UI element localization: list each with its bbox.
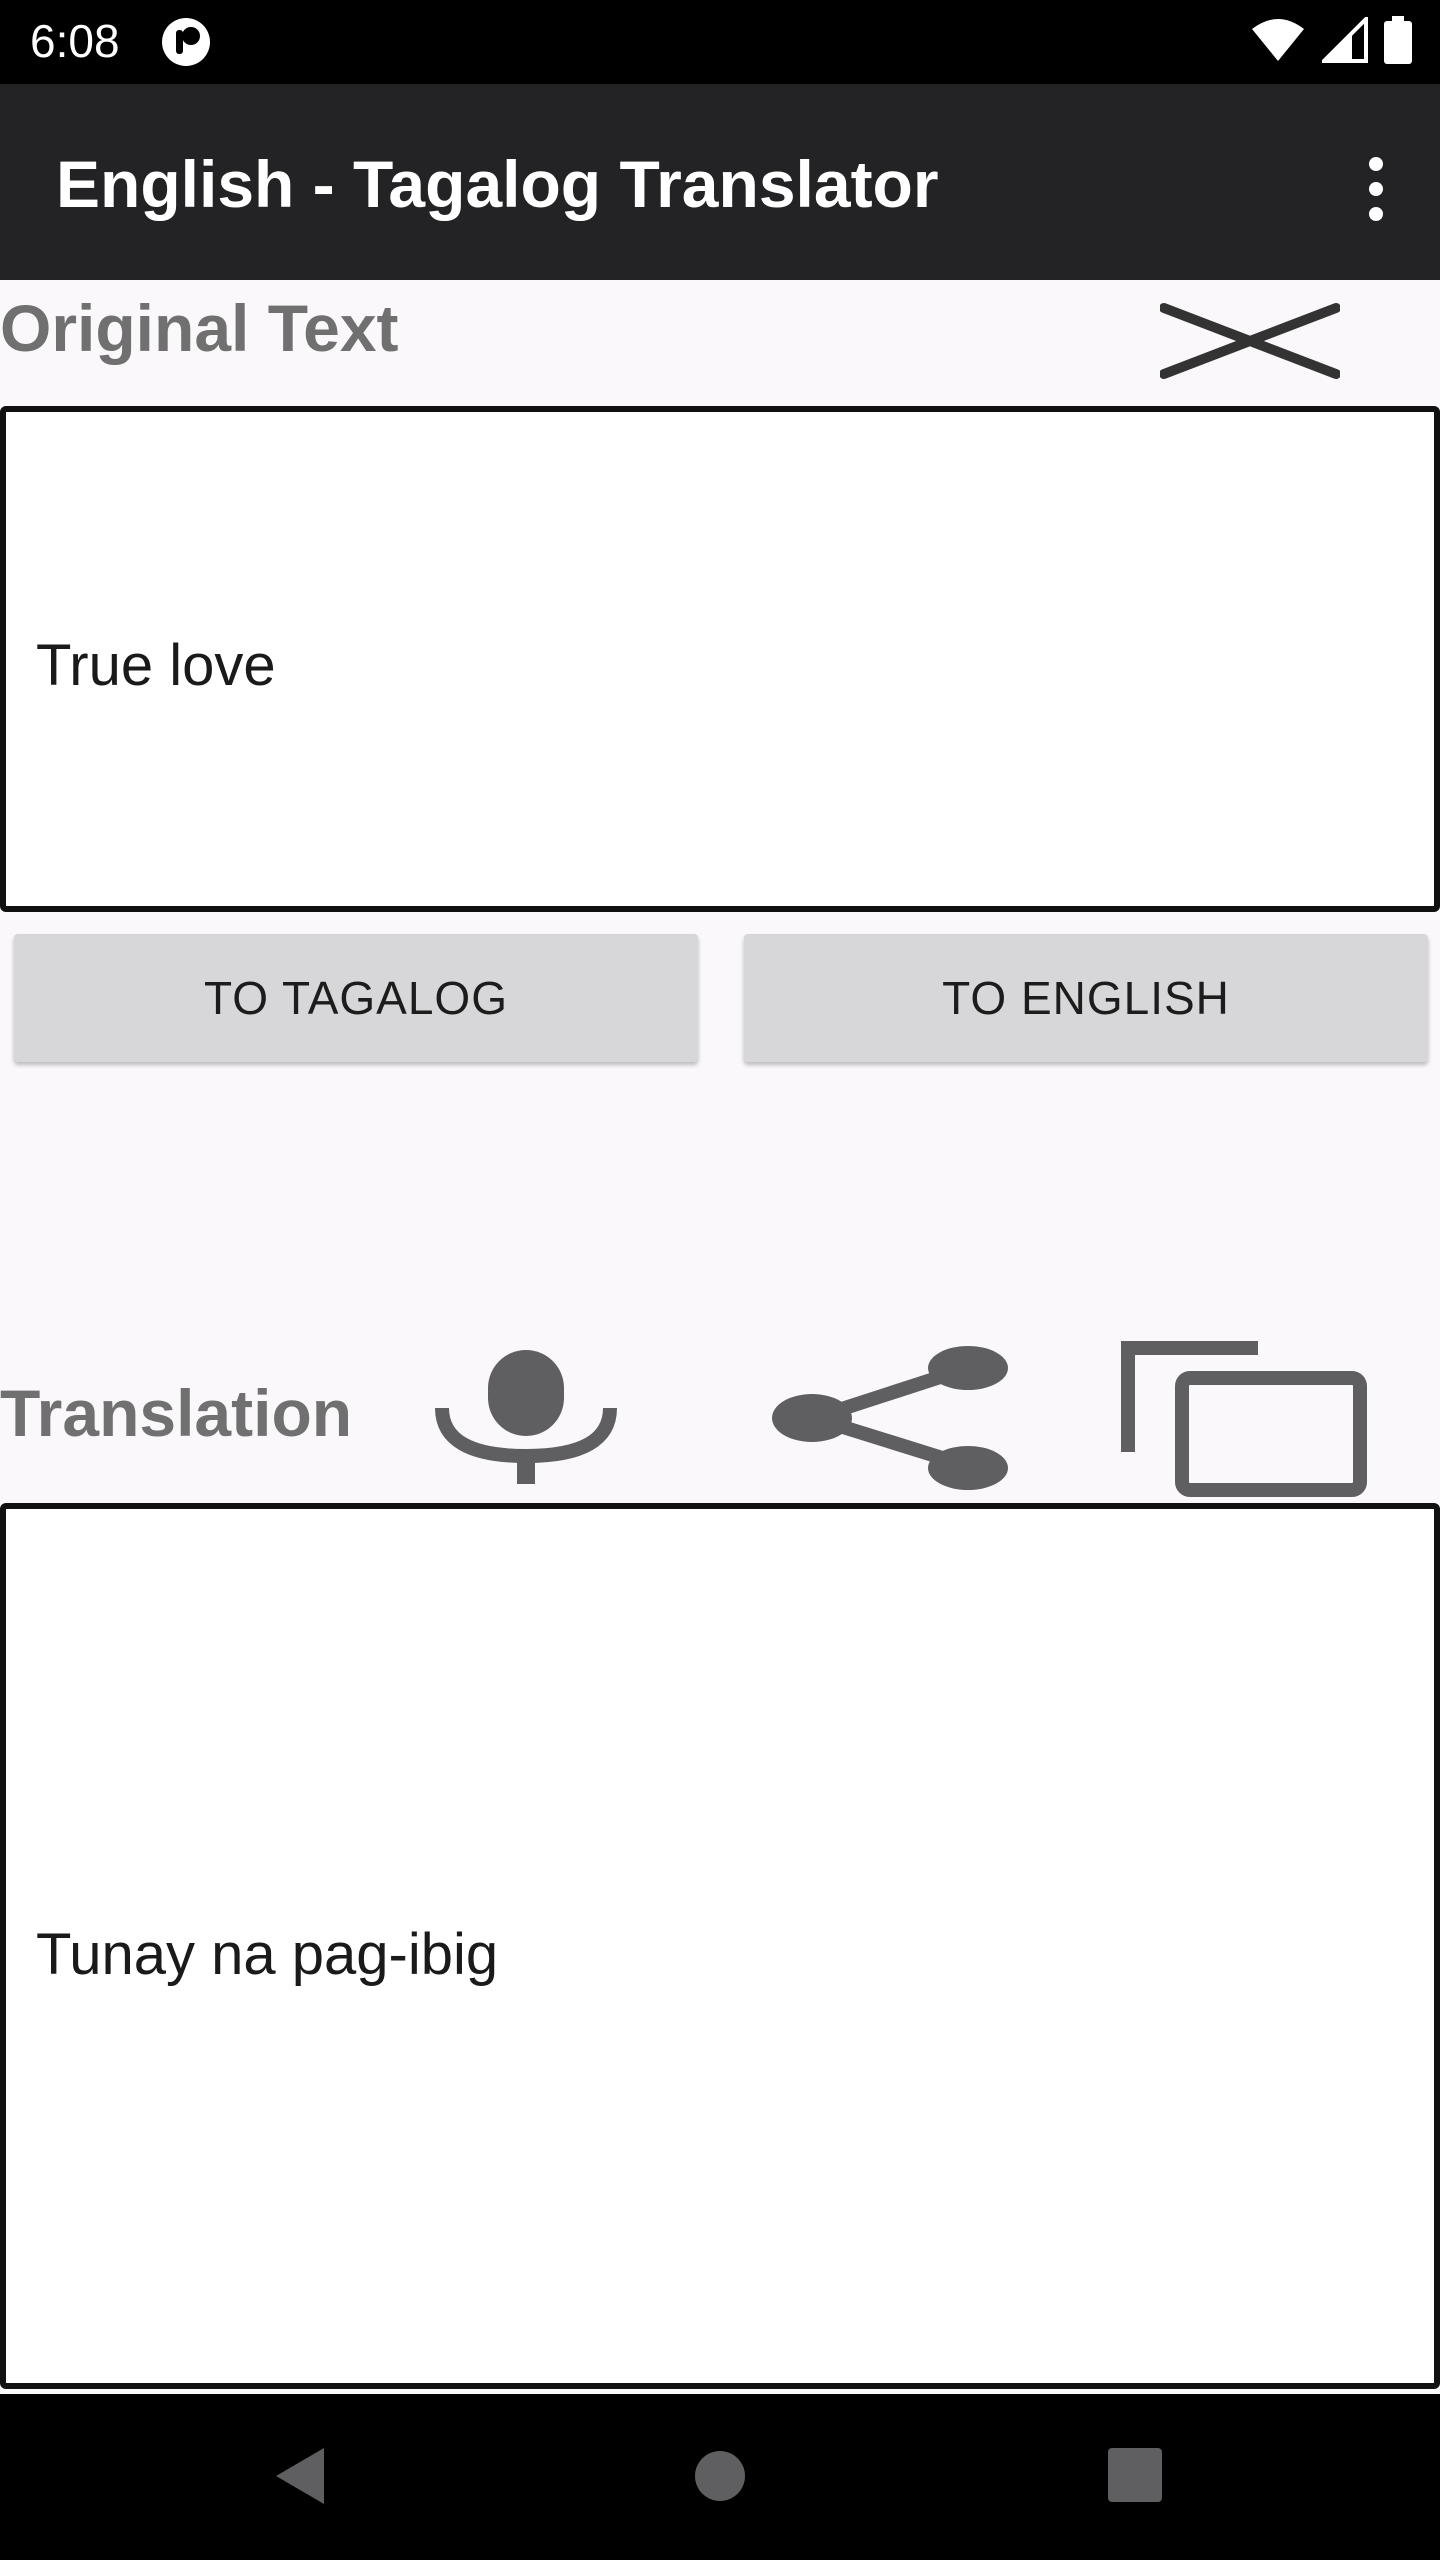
recents-icon[interactable] (1108, 2448, 1162, 2507)
copy-icon[interactable] (1120, 1340, 1370, 1503)
translation-output[interactable]: Tunay na pag-ibig (0, 1503, 1440, 2389)
app-title: English - Tagalog Translator (56, 147, 939, 221)
navigation-bar (0, 2394, 1440, 2560)
home-icon[interactable] (694, 2450, 746, 2507)
original-text-value: True love (36, 633, 276, 698)
translation-label: Translation (0, 1376, 353, 1450)
status-icons (1250, 14, 1412, 69)
wifi-icon (1250, 17, 1306, 68)
app-notification-icon (160, 16, 212, 73)
to-english-button[interactable]: TO ENGLISH (744, 934, 1428, 1062)
status-bar: 6:08 (0, 0, 1440, 84)
status-time: 6:08 (30, 15, 120, 67)
microphone-icon[interactable] (434, 1346, 618, 1489)
signal-icon (1319, 14, 1368, 68)
translation-text-value: Tunay na pag-ibig (36, 1922, 499, 1987)
battery-icon (1384, 16, 1412, 69)
back-icon[interactable] (272, 2444, 328, 2513)
to-tagalog-button[interactable]: TO TAGALOG (14, 934, 698, 1062)
share-icon[interactable] (772, 1346, 1008, 1497)
more-vert-icon[interactable] (1352, 144, 1400, 234)
original-text-input[interactable]: True love (0, 406, 1440, 912)
clear-icon[interactable] (1159, 302, 1341, 385)
original-text-label: Original Text (0, 291, 399, 365)
app-bar: English - Tagalog Translator (0, 84, 1440, 280)
